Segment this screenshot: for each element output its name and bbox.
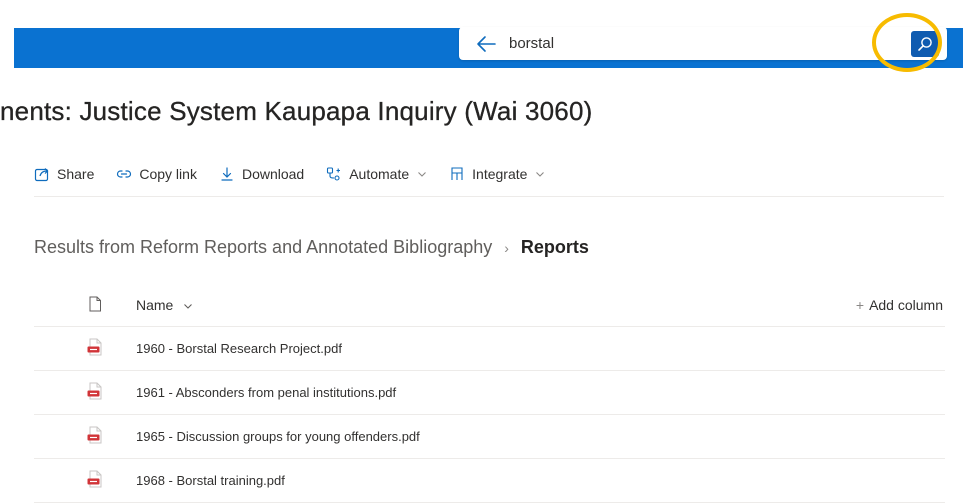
file-name[interactable]: 1965 - Discussion groups for young offen… xyxy=(136,429,420,444)
breadcrumb: Results from Reform Reports and Annotate… xyxy=(34,237,589,258)
chevron-down-icon xyxy=(536,172,545,177)
name-column-header[interactable]: Name xyxy=(136,297,193,313)
pdf-file-icon xyxy=(86,470,104,493)
add-column-button[interactable]: + Add column xyxy=(856,297,943,313)
file-name[interactable]: 1961 - Absconders from penal institution… xyxy=(136,385,396,400)
pdf-file-icon xyxy=(86,338,104,361)
breadcrumb-parent[interactable]: Results from Reform Reports and Annotate… xyxy=(34,237,492,258)
automate-icon xyxy=(327,167,341,181)
automate-button[interactable]: Automate xyxy=(326,166,427,182)
search-input[interactable]: borstal xyxy=(509,35,554,52)
file-type-header-icon[interactable] xyxy=(88,296,102,317)
command-bar: Share Copy link Download Automate Integr… xyxy=(34,160,567,188)
share-label: Share xyxy=(57,166,95,182)
name-column-label: Name xyxy=(136,297,174,313)
add-column-label: Add column xyxy=(869,297,943,313)
download-label: Download xyxy=(241,166,305,182)
plus-icon: + xyxy=(855,297,865,313)
pdf-file-icon xyxy=(86,382,104,405)
file-name[interactable]: 1960 - Borstal Research Project.pdf xyxy=(136,341,342,356)
integrate-button[interactable]: Integrate xyxy=(449,166,545,182)
download-icon xyxy=(221,167,233,181)
search-box[interactable]: borstal xyxy=(459,27,947,60)
download-button[interactable]: Download xyxy=(219,166,304,182)
share-icon xyxy=(34,168,49,182)
back-arrow-icon[interactable] xyxy=(475,34,497,54)
copy-link-button[interactable]: Copy link xyxy=(116,166,197,182)
file-name[interactable]: 1968 - Borstal training.pdf xyxy=(136,473,285,488)
search-icon xyxy=(918,37,932,51)
command-bar-divider xyxy=(34,196,944,197)
integrate-label: Integrate xyxy=(472,166,528,182)
copy-link-label: Copy link xyxy=(139,166,197,182)
automate-label: Automate xyxy=(349,166,410,182)
chevron-down-icon xyxy=(184,304,193,310)
list-item[interactable]: 1960 - Borstal Research Project.pdf xyxy=(34,327,945,371)
breadcrumb-separator-icon: › xyxy=(504,239,509,256)
link-icon xyxy=(117,170,132,178)
list-item[interactable]: 1968 - Borstal training.pdf xyxy=(34,459,945,503)
page-title: nents: Justice System Kaupapa Inquiry (W… xyxy=(0,96,593,126)
list-item[interactable]: 1961 - Absconders from penal institution… xyxy=(34,371,945,415)
integrate-icon xyxy=(451,167,463,180)
chevron-down-icon xyxy=(418,172,427,177)
breadcrumb-current: Reports xyxy=(520,237,589,257)
search-button[interactable] xyxy=(911,31,939,57)
list-header-row: Name + Add column xyxy=(34,286,945,327)
share-button[interactable]: Share xyxy=(34,166,94,182)
list-item[interactable]: 1965 - Discussion groups for young offen… xyxy=(34,415,945,459)
pdf-file-icon xyxy=(86,426,104,449)
